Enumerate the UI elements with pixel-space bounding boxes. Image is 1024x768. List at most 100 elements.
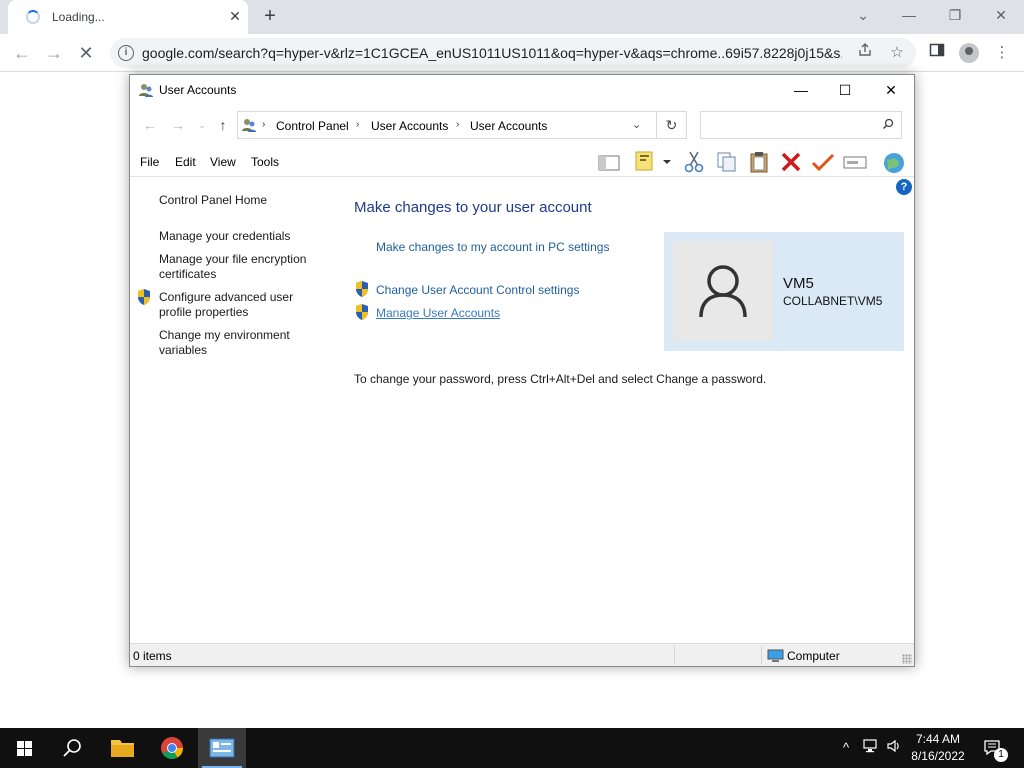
sidebar-item-manage-credentials[interactable]: Manage your credentials xyxy=(159,229,319,244)
user-domain: COLLABNET\VM5 xyxy=(783,294,883,308)
item-count: 0 items xyxy=(133,649,172,663)
breadcrumb-separator-icon[interactable]: › xyxy=(456,119,459,130)
browser-close-button[interactable]: ✕ xyxy=(986,4,1016,26)
sidebar-item-advanced-profile[interactable]: Configure advanced user profile properti… xyxy=(159,290,319,320)
sidebar-item-file-encryption[interactable]: Manage your file encryption certificates xyxy=(159,252,319,282)
chrome-menu-icon[interactable]: ⋮ xyxy=(991,42,1013,64)
window-minimize-button[interactable]: — xyxy=(778,75,824,105)
search-icon xyxy=(882,118,894,133)
back-button[interactable]: ← xyxy=(9,40,35,66)
cut-icon[interactable] xyxy=(681,149,707,175)
new-tab-button[interactable]: + xyxy=(258,5,282,29)
check-icon[interactable] xyxy=(810,149,836,175)
bookmark-star-icon[interactable]: ☆ xyxy=(886,42,908,64)
start-button[interactable] xyxy=(0,728,48,768)
refresh-button[interactable]: ↻ xyxy=(657,111,687,139)
notification-count-badge: 1 xyxy=(994,748,1008,762)
clock-date[interactable]: 8/16/2022 xyxy=(906,749,970,763)
explorer-back-button[interactable]: ← xyxy=(140,116,160,134)
window-titlebar[interactable]: User Accounts — ☐ ✕ xyxy=(130,75,914,105)
rename-icon[interactable] xyxy=(842,149,868,175)
up-level-button[interactable]: ↑ xyxy=(213,116,233,134)
stop-loading-button[interactable]: ✕ xyxy=(73,40,99,66)
site-info-icon[interactable]: i xyxy=(118,45,134,61)
resize-grip-icon[interactable] xyxy=(902,654,912,664)
uac-shield-icon xyxy=(138,289,150,305)
tab-search-chevron-icon[interactable]: ⌄ xyxy=(848,4,878,26)
status-divider xyxy=(761,646,762,665)
status-divider xyxy=(674,646,675,665)
delete-icon[interactable] xyxy=(778,149,804,175)
window-close-button[interactable]: ✕ xyxy=(868,75,914,105)
sidebar-item-environment-variables[interactable]: Change my environment variables xyxy=(159,328,319,358)
user-silhouette-icon xyxy=(699,265,747,318)
network-icon[interactable] xyxy=(861,738,881,758)
uac-shield-icon xyxy=(356,281,368,297)
browser-tab-strip: Loading... ✕ + ⌄ — ❐ ✕ xyxy=(0,0,1024,34)
user-accounts-icon xyxy=(139,84,153,97)
properties-icon[interactable] xyxy=(632,149,658,175)
side-panel-icon[interactable] xyxy=(926,42,948,64)
location-label: Computer xyxy=(787,649,840,663)
sidebar-item-control-panel-home[interactable]: Control Panel Home xyxy=(159,193,319,208)
page-title: Make changes to your user account xyxy=(354,199,592,216)
taskbar: ^ 7:44 AM 8/16/2022 1 xyxy=(0,728,1024,768)
recent-locations-chevron-icon[interactable]: ⌄ xyxy=(192,116,212,134)
breadcrumb-user-accounts-current[interactable]: User Accounts xyxy=(470,119,547,133)
breadcrumb-separator-icon[interactable]: › xyxy=(262,119,265,130)
loading-spinner-icon xyxy=(26,10,40,24)
breadcrumb[interactable]: › Control Panel › User Accounts › User A… xyxy=(237,111,657,139)
profile-avatar-icon[interactable] xyxy=(958,42,980,64)
clock-time[interactable]: 7:44 AM xyxy=(906,732,970,746)
search-icon xyxy=(63,739,81,757)
browser-toolbar: ← → ✕ i google.com/search?q=hyper-v&rlz=… xyxy=(0,34,1024,72)
pane-icon[interactable] xyxy=(596,149,622,175)
url-text[interactable]: google.com/search?q=hyper-v&rlz=1C1GCEA_… xyxy=(142,45,842,61)
taskbar-file-explorer[interactable] xyxy=(98,728,146,768)
window-maximize-button[interactable]: ☐ xyxy=(822,75,868,105)
breadcrumb-separator-icon[interactable]: › xyxy=(356,119,359,130)
forward-button[interactable]: → xyxy=(41,40,67,66)
pc-settings-link[interactable]: Make changes to my account in PC setting… xyxy=(376,240,609,254)
browser-minimize-button[interactable]: — xyxy=(894,4,924,26)
control-panel-icon xyxy=(209,738,235,758)
computer-icon xyxy=(767,649,784,662)
help-icon[interactable]: ? xyxy=(896,179,912,195)
copy-icon[interactable] xyxy=(714,149,740,175)
windows-logo-icon xyxy=(17,741,32,756)
dropdown-arrow-icon[interactable] xyxy=(660,149,674,175)
address-dropdown-icon[interactable]: ⌄ xyxy=(632,118,641,131)
status-bar: 0 items Computer xyxy=(130,643,914,666)
avatar xyxy=(673,241,773,341)
taskbar-chrome[interactable] xyxy=(148,728,196,768)
menu-view[interactable]: View xyxy=(210,155,236,169)
window-title: User Accounts xyxy=(159,83,237,97)
address-bar[interactable]: i google.com/search?q=hyper-v&rlz=1C1GCE… xyxy=(110,38,916,68)
explorer-address-row: ← → ⌄ ↑ › Control Panel › User Accounts … xyxy=(130,109,914,141)
tray-overflow-chevron-icon[interactable]: ^ xyxy=(836,738,856,758)
user-name: VM5 xyxy=(783,275,814,292)
manage-user-accounts-link[interactable]: Manage User Accounts xyxy=(376,306,500,320)
browser-tab[interactable]: Loading... ✕ xyxy=(8,0,248,34)
breadcrumb-user-accounts[interactable]: User Accounts xyxy=(371,119,448,133)
uac-shield-icon xyxy=(356,304,368,320)
search-button[interactable] xyxy=(48,728,96,768)
paste-icon[interactable] xyxy=(746,149,772,175)
share-icon[interactable] xyxy=(854,42,876,64)
tab-title: Loading... xyxy=(52,10,105,24)
user-accounts-icon xyxy=(242,119,256,132)
menu-file[interactable]: File xyxy=(140,155,159,169)
browser-restore-button[interactable]: ❐ xyxy=(940,4,970,26)
tab-close-icon[interactable]: ✕ xyxy=(226,7,244,25)
taskbar-user-accounts[interactable] xyxy=(198,728,246,768)
chrome-icon xyxy=(161,737,183,759)
volume-icon[interactable] xyxy=(884,738,904,758)
user-accounts-window: User Accounts — ☐ ✕ ← → ⌄ ↑ › Control Pa… xyxy=(129,74,915,667)
search-input[interactable] xyxy=(700,111,902,139)
uac-settings-link[interactable]: Change User Account Control settings xyxy=(376,283,579,297)
menu-tools[interactable]: Tools xyxy=(251,155,279,169)
globe-icon[interactable] xyxy=(881,149,907,175)
menu-edit[interactable]: Edit xyxy=(175,155,196,169)
explorer-forward-button[interactable]: → xyxy=(168,116,188,134)
breadcrumb-control-panel[interactable]: Control Panel xyxy=(276,119,349,133)
